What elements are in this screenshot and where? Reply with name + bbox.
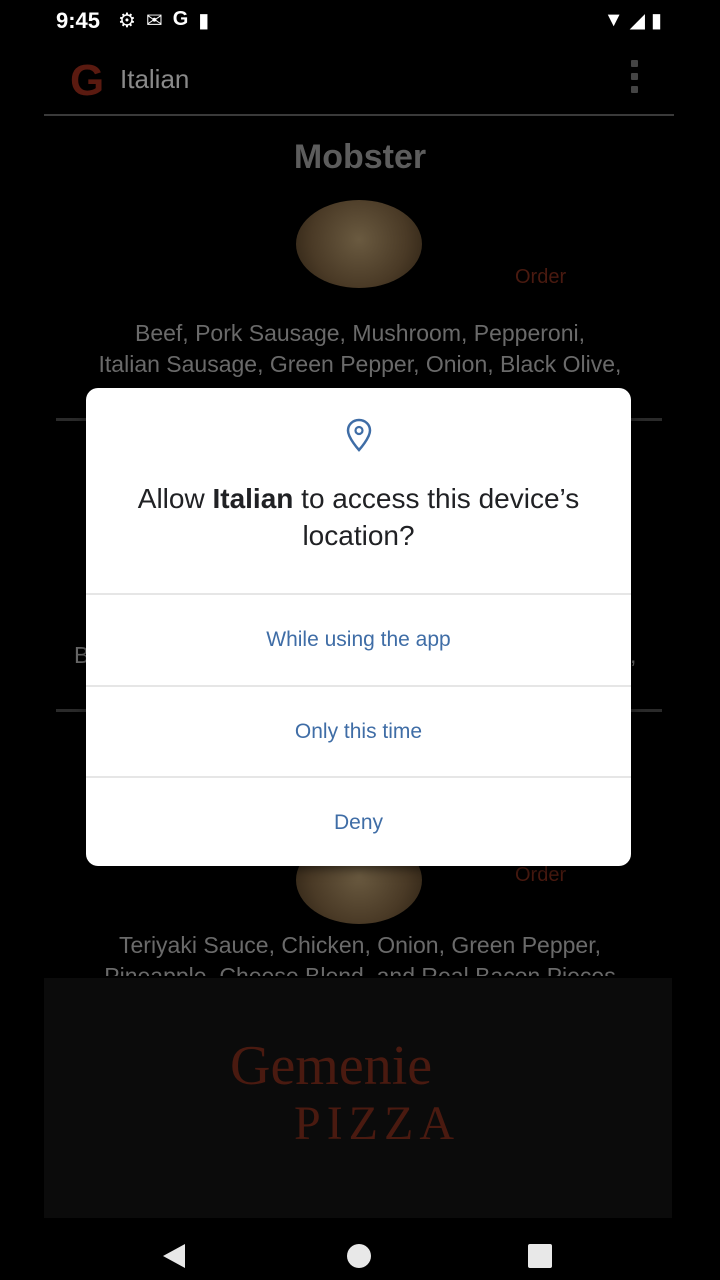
system-nav-bar [0, 1222, 720, 1280]
home-icon[interactable] [347, 1244, 371, 1268]
dialog-app-name: Italian [212, 483, 294, 514]
recents-icon[interactable] [528, 1244, 552, 1268]
dialog-message: Allow Italian to access this device’s lo… [126, 480, 591, 554]
while-using-app-button[interactable]: While using the app [86, 593, 631, 685]
dialog-message-prefix: Allow [137, 483, 213, 514]
back-icon[interactable] [163, 1244, 185, 1268]
location-permission-dialog: Allow Italian to access this device’s lo… [86, 388, 631, 866]
dialog-message-suffix: to access this device’s location? [293, 483, 580, 551]
location-pin-icon [346, 418, 372, 452]
only-this-time-button[interactable]: Only this time [86, 685, 631, 777]
deny-button[interactable]: Deny [86, 776, 631, 868]
